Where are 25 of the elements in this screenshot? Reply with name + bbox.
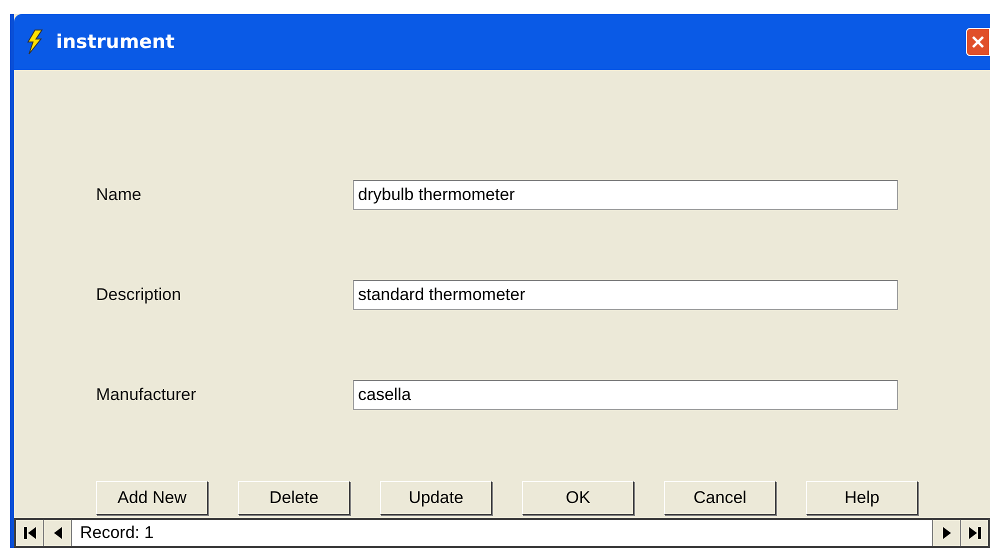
close-button[interactable]	[966, 28, 990, 56]
form-button[interactable]: OK	[522, 481, 634, 515]
previous-icon	[52, 526, 62, 540]
form-button[interactable]: Cancel	[664, 481, 776, 515]
first-icon	[22, 526, 36, 540]
form-button[interactable]: Delete	[238, 481, 350, 515]
record-label: Record: 1	[79, 522, 155, 544]
last-record-button[interactable]	[960, 520, 988, 546]
text-field[interactable]: casella	[353, 380, 898, 410]
lightning-icon	[26, 29, 44, 55]
form-button[interactable]: Add New	[96, 481, 208, 515]
next-icon	[942, 526, 952, 540]
field-label: Description	[96, 284, 182, 306]
previous-record-button[interactable]	[44, 520, 72, 546]
text-field[interactable]: drybulb thermometer	[353, 180, 898, 210]
form-button[interactable]: Update	[380, 481, 492, 515]
field-label: Name	[96, 184, 142, 206]
last-icon	[968, 526, 982, 540]
close-icon	[971, 35, 985, 49]
window-title: instrument	[56, 30, 175, 55]
field-label: Manufacturer	[96, 384, 198, 406]
form-button[interactable]: Help	[806, 481, 918, 515]
text-field[interactable]: standard thermometer	[353, 280, 898, 310]
next-record-button[interactable]	[932, 520, 960, 546]
first-record-button[interactable]	[16, 520, 44, 546]
